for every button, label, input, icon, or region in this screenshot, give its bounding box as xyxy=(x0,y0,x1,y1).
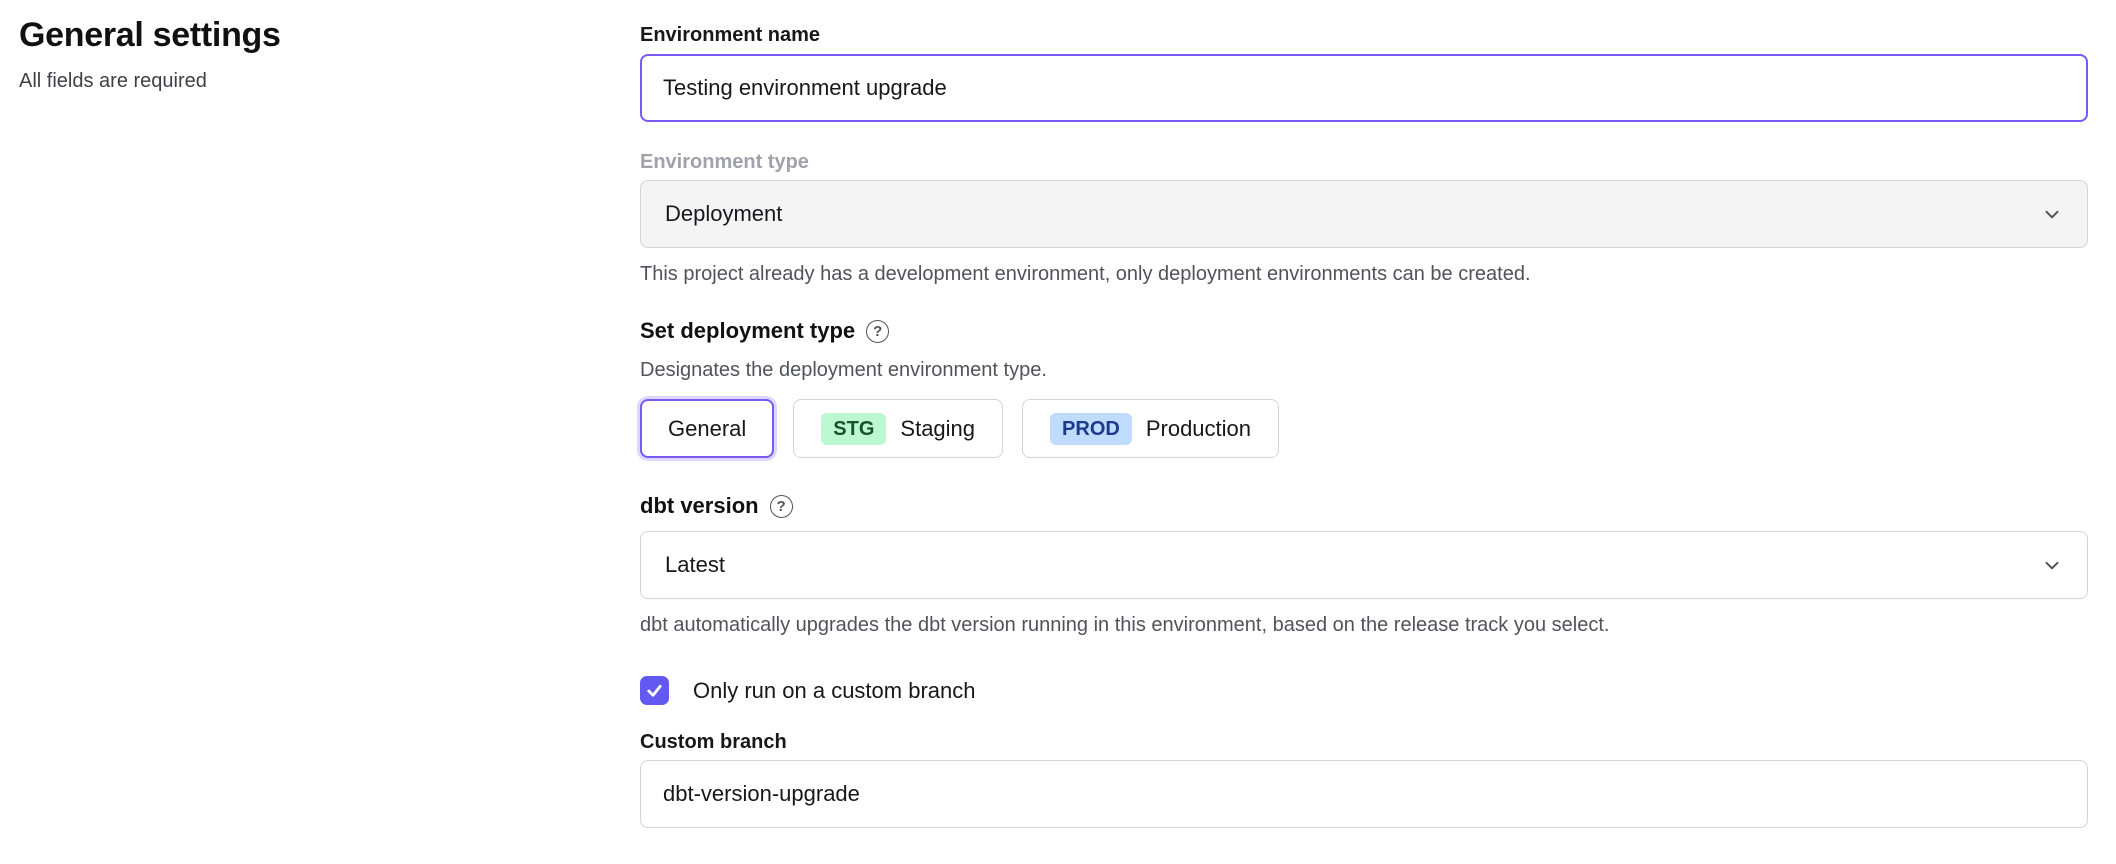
staging-badge: STG xyxy=(821,413,886,445)
dbt-version-value: Latest xyxy=(665,552,725,578)
custom-branch-label: Custom branch xyxy=(640,729,2088,755)
environment-type-label: Environment type xyxy=(640,149,2088,175)
environment-type-select[interactable]: Deployment xyxy=(640,180,2088,248)
deployment-type-staging-button[interactable]: STG Staging xyxy=(793,399,1003,458)
custom-branch-checkbox[interactable] xyxy=(640,676,669,705)
deployment-type-production-label: Production xyxy=(1146,416,1251,442)
dbt-version-heading: dbt version xyxy=(640,492,759,520)
chevron-down-icon xyxy=(2041,554,2063,576)
dbt-version-heading-row: dbt version ? xyxy=(640,492,2088,520)
deployment-type-production-button[interactable]: PROD Production xyxy=(1022,399,1279,458)
custom-branch-checkbox-row: Only run on a custom branch xyxy=(640,676,2088,705)
environment-name-label: Environment name xyxy=(640,22,2088,48)
environment-type-helper: This project already has a development e… xyxy=(640,261,2088,287)
deployment-type-helper: Designates the deployment environment ty… xyxy=(640,357,2088,383)
deployment-type-general-label: General xyxy=(668,416,746,442)
page-title: General settings xyxy=(19,16,579,55)
custom-branch-checkbox-label: Only run on a custom branch xyxy=(693,678,975,704)
dbt-version-helper: dbt automatically upgrades the dbt versi… xyxy=(640,612,2088,638)
deployment-type-heading: Set deployment type xyxy=(640,317,855,345)
dbt-version-select[interactable]: Latest xyxy=(640,531,2088,599)
page-subtitle: All fields are required xyxy=(19,70,579,93)
deployment-type-staging-label: Staging xyxy=(900,416,975,442)
custom-branch-input[interactable] xyxy=(640,760,2088,828)
chevron-down-icon xyxy=(2041,203,2063,225)
environment-type-value: Deployment xyxy=(665,201,782,227)
help-icon[interactable]: ? xyxy=(770,495,793,518)
deployment-type-heading-row: Set deployment type ? xyxy=(640,317,2088,345)
help-icon[interactable]: ? xyxy=(866,320,889,343)
settings-header: General settings All fields are required xyxy=(19,16,579,93)
deployment-type-general-button[interactable]: General xyxy=(640,399,774,458)
environment-name-input[interactable] xyxy=(640,54,2088,122)
environment-settings-form: Environment name Environment type Deploy… xyxy=(640,0,2088,828)
check-icon xyxy=(645,681,664,700)
production-badge: PROD xyxy=(1050,413,1132,445)
deployment-type-options: General STG Staging PROD Production xyxy=(640,399,2088,458)
